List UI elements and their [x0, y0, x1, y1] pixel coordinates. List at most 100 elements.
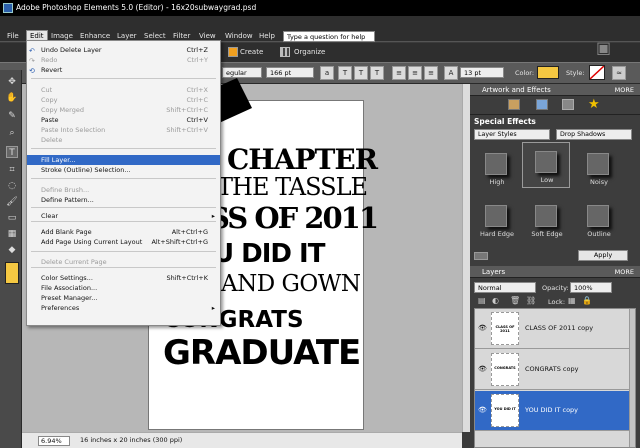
edit-menu-item-preferences[interactable]: Preferences ▸: [27, 303, 220, 313]
artwork-panel-title: Artwork and Effects: [482, 86, 551, 94]
new-layer-icon[interactable]: ▤: [478, 296, 486, 305]
edit-menu-item-add-blank-page[interactable]: Add Blank Page Alt+Ctrl+G: [27, 227, 220, 237]
layer-styles-icon[interactable]: [562, 99, 574, 110]
edit-menu-item-copy[interactable]: Copy Ctrl+C: [27, 95, 220, 105]
zoom-tool-icon[interactable]: ⌕: [6, 127, 18, 139]
align-left-icon[interactable]: ≡: [392, 66, 406, 80]
hand-tool-icon[interactable]: ✋: [6, 92, 18, 104]
edit-menu-item-file-association[interactable]: File Association...: [27, 283, 220, 293]
brush-tool-icon[interactable]: 🖌: [6, 196, 18, 208]
effects-icon[interactable]: [536, 99, 548, 110]
align-center-icon[interactable]: ≡: [408, 66, 422, 80]
edit-menu-item-paste[interactable]: Paste Ctrl+V: [27, 115, 220, 125]
opacity-field[interactable]: 100%: [570, 282, 612, 293]
layers-scrollbar[interactable]: [629, 309, 635, 447]
edit-menu-item-paste-into-selection[interactable]: Paste Into Selection Shift+Ctrl+V: [27, 125, 220, 135]
artwork-more-button[interactable]: MORE: [615, 86, 634, 94]
align-right-icon[interactable]: ≡: [424, 66, 438, 80]
eraser-tool-icon[interactable]: ▭: [6, 212, 18, 224]
effect-subcategory-select[interactable]: Drop Shadows: [556, 129, 632, 140]
favorites-star-icon[interactable]: ★: [588, 97, 600, 112]
eyedropper-tool-icon[interactable]: ✎: [6, 110, 18, 122]
edit-menu-item-revert[interactable]: ⟲ Revert: [27, 65, 220, 75]
create-button[interactable]: Create: [240, 48, 263, 56]
edit-menu-item-fill-layer[interactable]: Fill Layer...: [27, 155, 220, 165]
effect-category-select[interactable]: Layer Styles: [474, 129, 550, 140]
layer-row-selected[interactable]: 👁 YOU DID IT YOU DID IT copy: [475, 391, 635, 431]
menu-separator: [31, 267, 216, 268]
edit-menu-item-color-settings[interactable]: Color Settings... Shift+Ctrl+K: [27, 273, 220, 283]
edit-menu-item-add-page-using-current-layout[interactable]: Add Page Using Current Layout Alt+Shift+C…: [27, 237, 220, 247]
edit-menu-item-undo-delete-layer[interactable]: ↶ Undo Delete Layer Ctrl+Z: [27, 45, 220, 55]
lock-all-icon[interactable]: 🔒: [582, 296, 592, 305]
text-color-swatch[interactable]: [537, 66, 559, 79]
effect-tile-high[interactable]: High: [472, 144, 520, 190]
effect-label: Outline: [587, 230, 611, 238]
type-tool-icon[interactable]: T: [6, 146, 18, 158]
effect-preview-icon[interactable]: [474, 252, 488, 260]
edit-menu-item-define-pattern[interactable]: Define Pattern...: [27, 195, 220, 205]
effect-tile-soft-edge[interactable]: Soft Edge: [522, 196, 570, 242]
help-search-input[interactable]: Type a question for help: [283, 31, 375, 42]
adjustment-layer-icon[interactable]: ◐: [492, 296, 499, 305]
effect-tile-outline[interactable]: Outline: [574, 196, 622, 242]
artwork-panel-header[interactable]: Artwork and Effects MORE: [470, 84, 640, 96]
move-tool-icon[interactable]: ✥: [6, 76, 18, 88]
zoom-field[interactable]: 6.94%: [38, 436, 70, 446]
visibility-eye-icon[interactable]: 👁: [478, 406, 487, 414]
menu-separator: [31, 178, 216, 179]
lock-transparency-icon[interactable]: ▦: [568, 296, 576, 305]
text-italic-icon[interactable]: T: [354, 66, 368, 80]
edit-menu-item-preset-manager[interactable]: Preset Manager...: [27, 293, 220, 303]
edit-menu-item-clear[interactable]: Clear ▸: [27, 211, 220, 221]
no-style-icon[interactable]: [589, 65, 605, 80]
gradient-tool-icon[interactable]: ▦: [6, 228, 18, 240]
layers-more-button[interactable]: MORE: [615, 268, 634, 276]
menu-item-shortcut: Shift+Ctrl+V: [166, 126, 208, 134]
crop-tool-icon[interactable]: ⌗: [6, 164, 18, 176]
menu-help[interactable]: Help: [256, 31, 278, 41]
menu-item-label: Define Pattern...: [41, 196, 94, 204]
vertical-scrollbar[interactable]: [462, 84, 470, 432]
effect-tile-noisy[interactable]: Noisy: [574, 144, 622, 190]
anti-alias-icon[interactable]: a: [320, 66, 334, 80]
edit-menu-item-delete[interactable]: Delete: [27, 135, 220, 145]
doc-line-did-it: U DID IT: [213, 239, 325, 269]
apply-button[interactable]: Apply: [578, 250, 628, 261]
blend-mode-select[interactable]: Normal: [474, 282, 536, 293]
menu-item-shortcut: Ctrl+C: [186, 96, 208, 104]
artwork-icon[interactable]: [508, 99, 520, 110]
edit-menu-item-delete-current-page[interactable]: Delete Current Page: [27, 257, 220, 267]
foreground-color-swatch[interactable]: [5, 262, 19, 284]
effect-tile-low[interactable]: Low: [522, 142, 570, 188]
visibility-eye-icon[interactable]: 👁: [478, 324, 487, 332]
document-info[interactable]: 16 inches x 20 inches (300 ppi): [80, 436, 182, 445]
text-underline-icon[interactable]: T: [370, 66, 384, 80]
text-bold-icon[interactable]: T: [338, 66, 352, 80]
delete-layer-icon[interactable]: 🗑: [510, 296, 520, 305]
leading-field[interactable]: 13 pt: [460, 67, 504, 78]
organize-icon: [280, 47, 290, 57]
edit-menu-item-define-brush[interactable]: Define Brush...: [27, 185, 220, 195]
edit-menu-item-cut[interactable]: Cut Ctrl+X: [27, 85, 220, 95]
font-size-field[interactable]: 166 pt: [266, 67, 314, 78]
menu-window[interactable]: Window: [222, 31, 256, 41]
edit-menu-item-stroke-outline-selection[interactable]: Stroke (Outline) Selection...: [27, 165, 220, 175]
warp-text-icon[interactable]: ≈: [612, 66, 626, 80]
layer-row[interactable]: 👁 CONGRATS CONGRATS copy: [475, 350, 635, 390]
edit-menu-item-redo[interactable]: ↷ Redo Ctrl+Y: [27, 55, 220, 65]
layer-row[interactable]: 👁 CLASS OF 2011 CLASS OF 2011 copy: [475, 309, 635, 349]
font-style-field[interactable]: egular: [222, 67, 262, 78]
lasso-tool-icon[interactable]: ◌: [6, 180, 18, 192]
menu-item-label: Copy: [41, 96, 58, 104]
organize-button[interactable]: Organize: [294, 48, 325, 56]
menu-file[interactable]: File: [4, 31, 22, 41]
effect-tile-hard-edge[interactable]: Hard Edge: [472, 196, 520, 242]
layers-panel-header[interactable]: Layers MORE: [470, 266, 640, 278]
link-layer-icon[interactable]: ⛓: [526, 296, 536, 305]
visibility-eye-icon[interactable]: 👁: [478, 365, 487, 373]
shape-tool-icon[interactable]: ◆: [6, 244, 18, 256]
menu-item-shortcut: Shift+Ctrl+C: [166, 106, 208, 114]
submenu-arrow-icon: ▸: [211, 212, 215, 220]
edit-menu-item-copy-merged[interactable]: Copy Merged Shift+Ctrl+C: [27, 105, 220, 115]
